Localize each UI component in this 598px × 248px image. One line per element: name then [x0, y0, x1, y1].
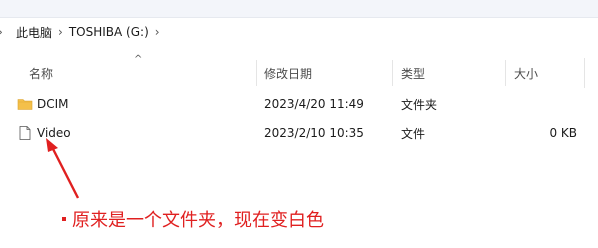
annotation-caption: 原来是一个文件夹，现在变白色	[62, 206, 324, 232]
annotation-text: 原来是一个文件夹，现在变白色	[72, 210, 324, 231]
bullet-dot	[62, 217, 66, 221]
